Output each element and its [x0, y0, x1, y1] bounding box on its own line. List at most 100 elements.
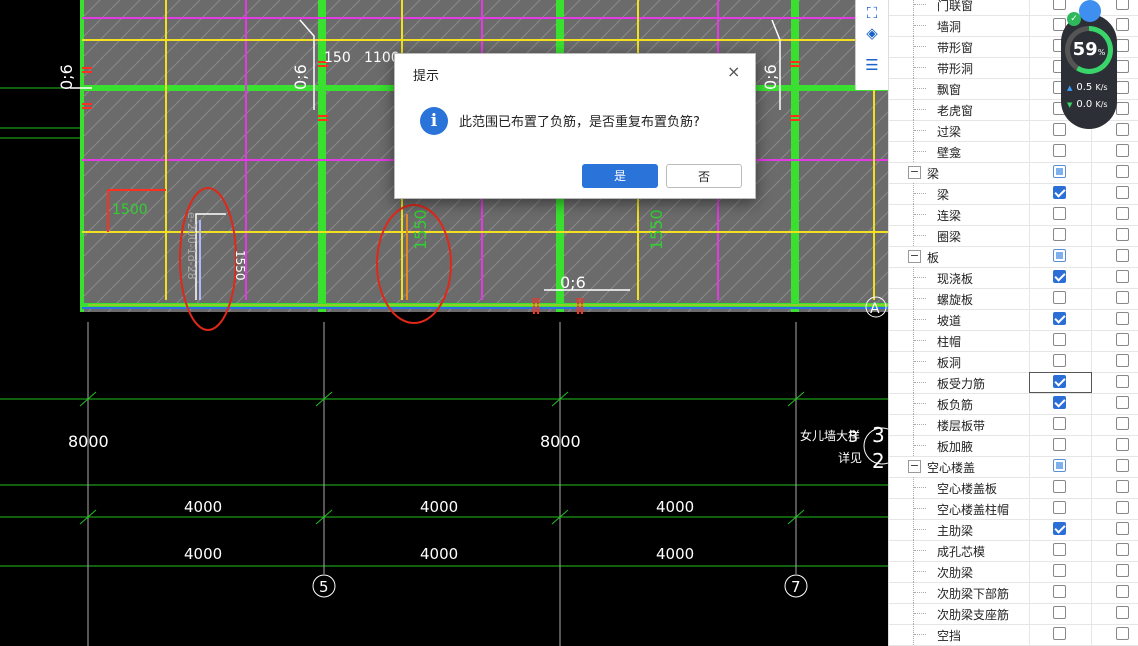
visibility-checkbox[interactable] [1053, 207, 1066, 220]
visibility-checkbox[interactable] [1053, 585, 1066, 598]
secondary-checkbox[interactable] [1116, 354, 1129, 367]
visibility-checkbox[interactable] [1053, 438, 1066, 451]
tree-item-row[interactable]: 空挡 [889, 624, 1138, 646]
secondary-checkbox[interactable] [1116, 102, 1129, 115]
tree-group-row[interactable]: − 板 [889, 246, 1138, 268]
secondary-checkbox[interactable] [1116, 207, 1129, 220]
visibility-checkbox[interactable] [1053, 270, 1066, 283]
secondary-checkbox[interactable] [1116, 438, 1129, 451]
secondary-checkbox[interactable] [1116, 186, 1129, 199]
secondary-checkbox[interactable] [1116, 39, 1129, 52]
visibility-checkbox[interactable] [1053, 501, 1066, 514]
tree-item-row[interactable]: 板受力筋 [889, 372, 1138, 394]
visibility-checkbox[interactable] [1053, 543, 1066, 556]
secondary-checkbox[interactable] [1116, 270, 1129, 283]
secondary-checkbox[interactable] [1116, 81, 1129, 94]
visibility-checkbox[interactable] [1053, 333, 1066, 346]
visibility-checkbox[interactable] [1053, 291, 1066, 304]
visibility-checkbox[interactable] [1053, 417, 1066, 430]
secondary-checkbox[interactable] [1116, 627, 1129, 640]
secondary-checkbox[interactable] [1116, 606, 1129, 619]
tree-connector [913, 477, 932, 498]
tree-label: 圈梁 [937, 230, 962, 244]
visibility-checkbox[interactable] [1053, 228, 1066, 241]
secondary-checkbox[interactable] [1116, 543, 1129, 556]
tree-item-row[interactable]: 次肋梁下部筋 [889, 582, 1138, 604]
collapse-icon[interactable]: − [908, 460, 921, 473]
tree-label: 板洞 [937, 356, 962, 370]
tree-label: 次肋梁 [937, 566, 974, 580]
collapse-icon[interactable]: − [908, 250, 921, 263]
visibility-checkbox[interactable] [1053, 606, 1066, 619]
tree-item-row[interactable]: 壁龛 [889, 141, 1138, 163]
tree-item-row[interactable]: 现浇板 [889, 267, 1138, 289]
visibility-checkbox[interactable] [1053, 312, 1066, 325]
secondary-checkbox[interactable] [1116, 60, 1129, 73]
visibility-checkbox[interactable] [1053, 354, 1066, 367]
collapse-icon[interactable]: − [908, 166, 921, 179]
tree-group-row[interactable]: − 梁 [889, 162, 1138, 184]
network-speed-widget[interactable]: ✓ 59% ▲ 0.5 K/s ▼ 0.0 K/s [1061, 0, 1117, 129]
tree-item-row[interactable]: 板负筋 [889, 393, 1138, 415]
visibility-checkbox[interactable] [1053, 249, 1066, 262]
tree-item-row[interactable]: 螺旋板 [889, 288, 1138, 310]
tree-item-row[interactable]: 楼层板带 [889, 414, 1138, 436]
visibility-checkbox[interactable] [1053, 0, 1066, 10]
visibility-checkbox[interactable] [1053, 627, 1066, 640]
secondary-checkbox[interactable] [1116, 522, 1129, 535]
secondary-checkbox[interactable] [1116, 396, 1129, 409]
visibility-checkbox[interactable] [1053, 459, 1066, 472]
tree-item-row[interactable]: 次肋梁支座筋 [889, 603, 1138, 625]
tree-item-row[interactable]: 空心楼盖柱帽 [889, 498, 1138, 520]
visibility-checkbox[interactable] [1053, 123, 1066, 136]
secondary-checkbox[interactable] [1116, 249, 1129, 262]
tree-item-row[interactable]: 梁 [889, 183, 1138, 205]
close-icon[interactable]: × [727, 62, 740, 81]
no-button[interactable]: 否 [666, 164, 742, 188]
secondary-checkbox[interactable] [1116, 228, 1129, 241]
tree-item-row[interactable]: 连梁 [889, 204, 1138, 226]
visibility-checkbox[interactable] [1053, 396, 1066, 409]
tree-item-row[interactable]: 板洞 [889, 351, 1138, 373]
dimension-4000: 4000 [184, 545, 222, 563]
secondary-checkbox[interactable] [1116, 375, 1129, 388]
secondary-checkbox[interactable] [1116, 165, 1129, 178]
secondary-checkbox[interactable] [1116, 480, 1129, 493]
secondary-checkbox[interactable] [1116, 417, 1129, 430]
cube-icon[interactable]: ◈ [861, 22, 883, 44]
tree-item-row[interactable]: 次肋梁 [889, 561, 1138, 583]
dimension-8000: 8000 [540, 432, 581, 451]
tree-group-row[interactable]: − 空心楼盖 [889, 456, 1138, 478]
secondary-checkbox[interactable] [1116, 585, 1129, 598]
yes-button[interactable]: 是 [582, 164, 658, 188]
tree-item-row[interactable]: 坡道 [889, 309, 1138, 331]
visibility-checkbox[interactable] [1053, 186, 1066, 199]
secondary-checkbox[interactable] [1116, 501, 1129, 514]
visibility-checkbox[interactable] [1053, 564, 1066, 577]
visibility-checkbox[interactable] [1053, 144, 1066, 157]
tree-item-row[interactable]: 主肋梁 [889, 519, 1138, 541]
secondary-checkbox[interactable] [1116, 459, 1129, 472]
axis-label: 5 [319, 578, 329, 596]
secondary-checkbox[interactable] [1116, 312, 1129, 325]
visibility-checkbox[interactable] [1053, 480, 1066, 493]
list-view-icon[interactable]: ☰ [861, 54, 883, 76]
tree-item-row[interactable]: 空心楼盖板 [889, 477, 1138, 499]
secondary-checkbox[interactable] [1116, 144, 1129, 157]
secondary-checkbox[interactable] [1116, 18, 1129, 31]
secondary-checkbox[interactable] [1116, 291, 1129, 304]
secondary-checkbox[interactable] [1116, 0, 1129, 10]
tree-item-row[interactable]: 柱帽 [889, 330, 1138, 352]
secondary-checkbox[interactable] [1116, 333, 1129, 346]
tree-item-row[interactable]: 板加腋 [889, 435, 1138, 457]
tree-connector [913, 141, 932, 162]
tree-item-row[interactable]: 圈梁 [889, 225, 1138, 247]
secondary-checkbox[interactable] [1116, 564, 1129, 577]
secondary-checkbox[interactable] [1116, 123, 1129, 136]
tree-label: 空挡 [937, 629, 962, 643]
visibility-checkbox[interactable] [1053, 165, 1066, 178]
visibility-checkbox[interactable] [1053, 522, 1066, 535]
visibility-checkbox[interactable] [1053, 375, 1066, 388]
crop-icon[interactable]: ⛶ [861, 2, 883, 24]
tree-item-row[interactable]: 成孔芯模 [889, 540, 1138, 562]
